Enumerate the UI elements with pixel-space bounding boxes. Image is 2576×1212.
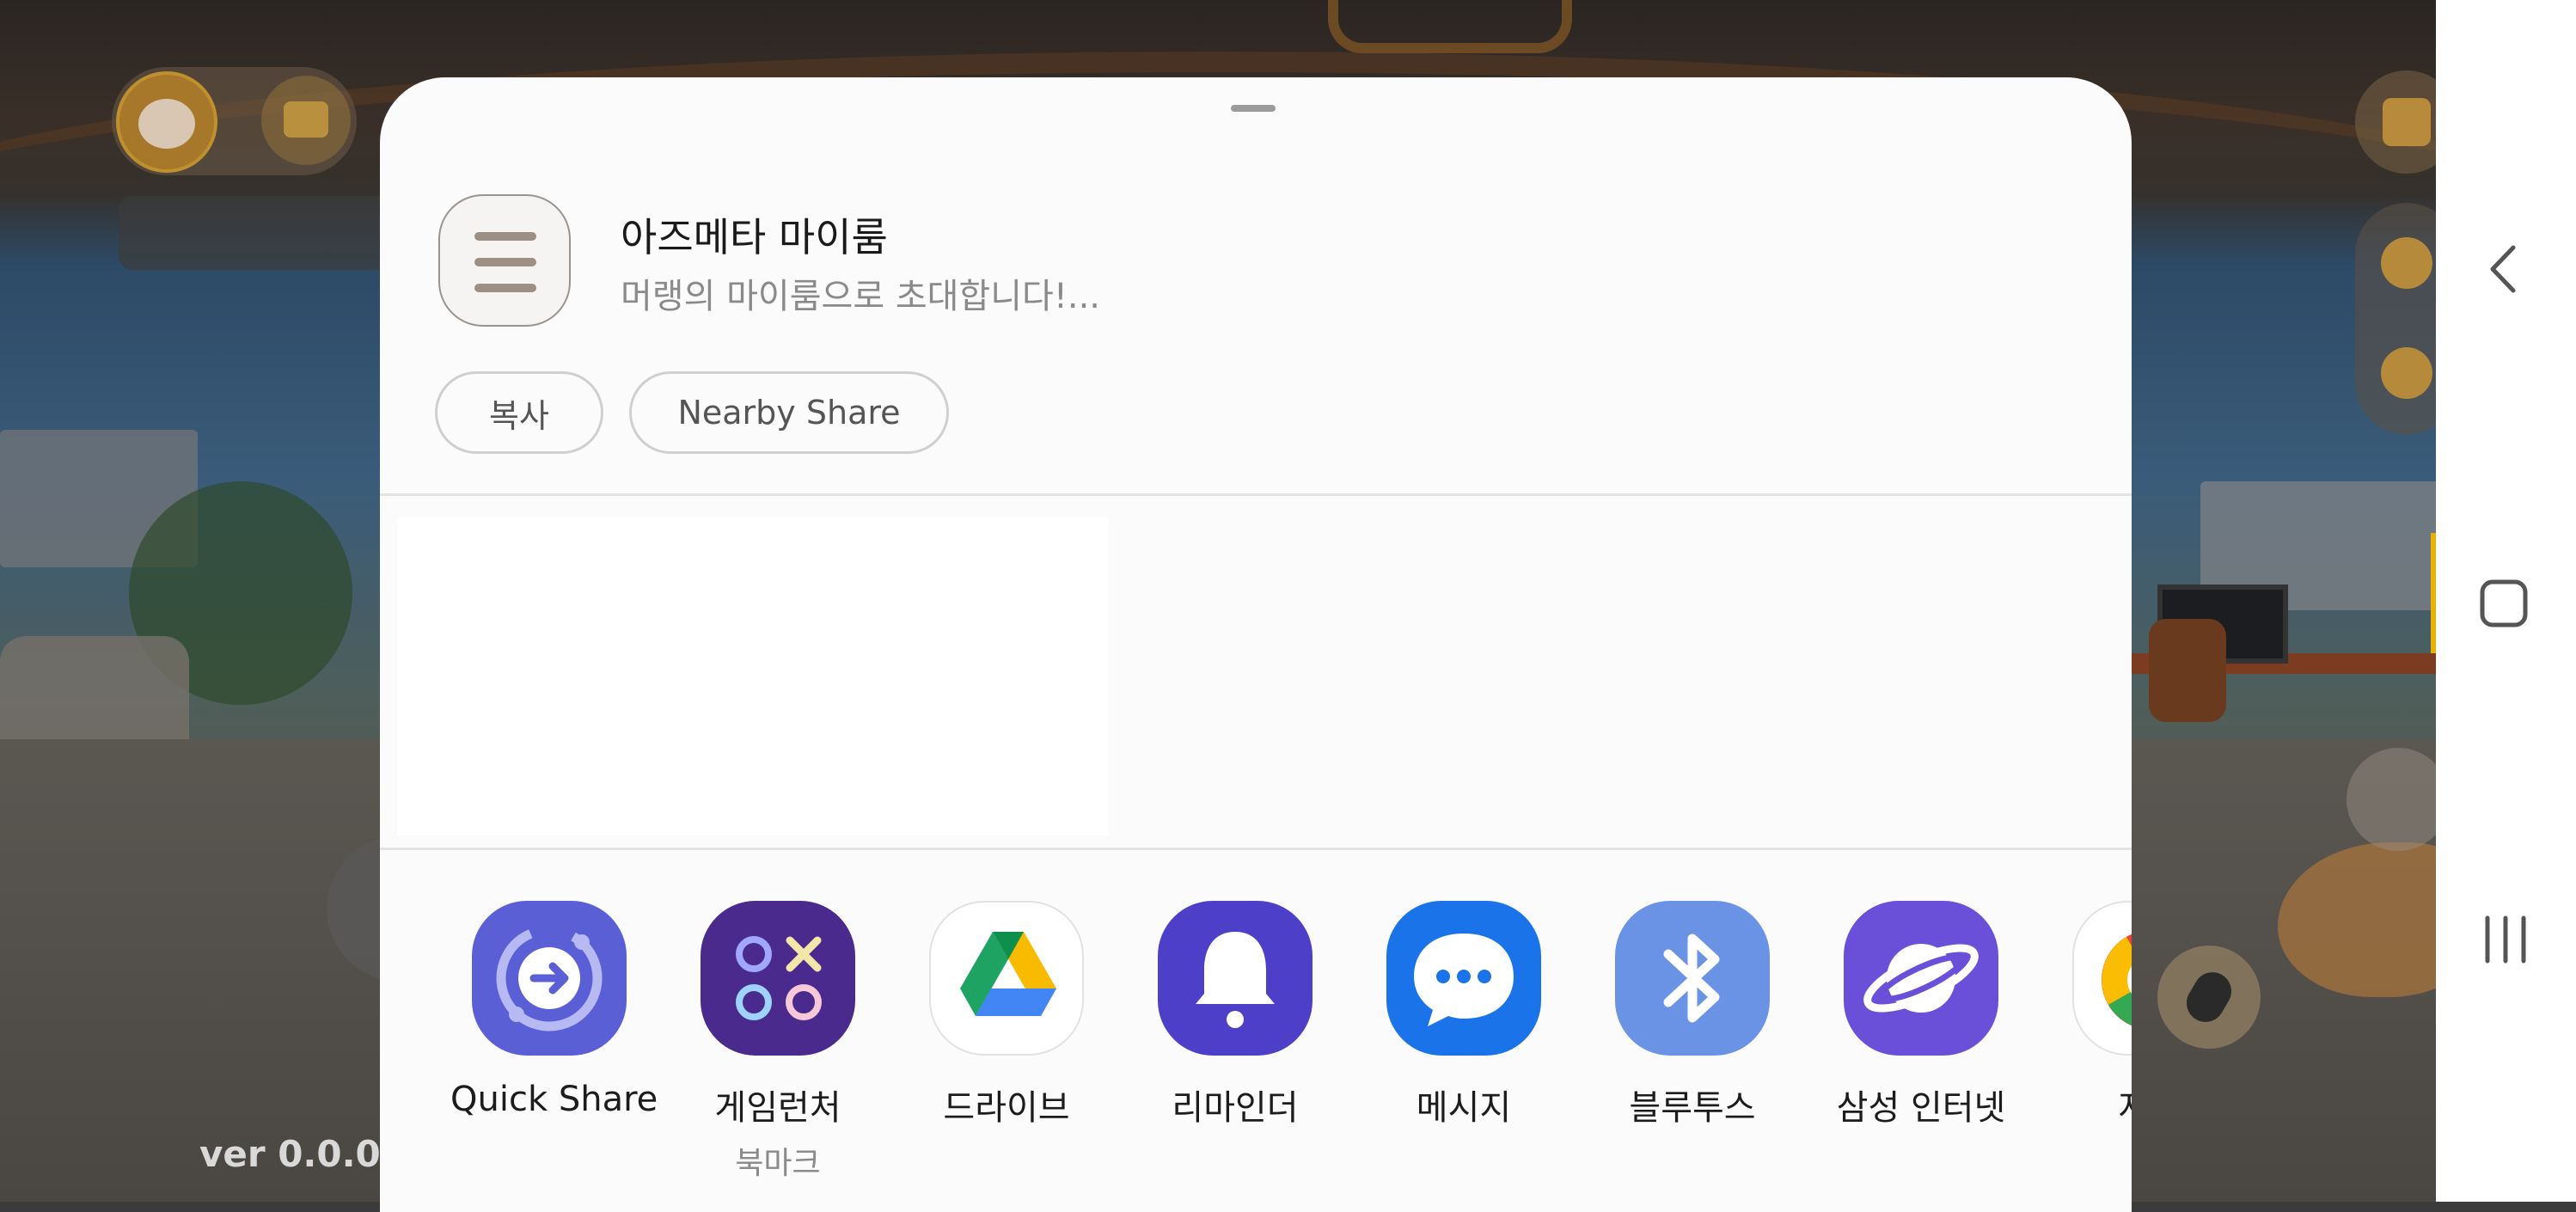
nearby-share-button[interactable]: Nearby Share	[629, 371, 949, 454]
quick-share-icon	[472, 901, 627, 1056]
bag-button[interactable]	[261, 76, 351, 165]
home-square-icon[interactable]	[2478, 578, 2530, 629]
samsung-internet-icon	[1844, 901, 1998, 1056]
copy-button[interactable]: 복사	[435, 371, 603, 454]
app-game-launcher[interactable]: 게임런처 북마크	[679, 901, 877, 1183]
app-label: 게임런처	[714, 1088, 841, 1128]
app-reminder[interactable]: 리마인더	[1136, 901, 1334, 1129]
app-label: 삼성 인터넷	[1836, 1088, 2006, 1128]
app-label: 저장	[2051, 1080, 2132, 1129]
app-quick-share[interactable]: Quick Share	[450, 901, 658, 1119]
card-icon[interactable]	[2381, 237, 2432, 289]
version-text: ver 0.0.0.	[199, 1133, 395, 1175]
direct-share-area	[397, 517, 1109, 836]
bluetooth-icon	[1615, 901, 1770, 1056]
name-bar	[119, 196, 394, 270]
chrome-icon	[2072, 901, 2132, 1056]
app-label: 메시지	[1416, 1088, 1512, 1128]
app-label: Quick Share	[450, 1080, 658, 1119]
ceiling-hexagon	[1328, 0, 1572, 53]
drag-handle[interactable]	[1231, 105, 1276, 112]
app-bluetooth[interactable]: 블루투스	[1594, 901, 1791, 1129]
messages-icon	[1386, 901, 1541, 1056]
app-save[interactable]: 저장	[2051, 901, 2132, 1129]
divider	[380, 493, 2132, 496]
back-chevron-icon[interactable]	[2477, 241, 2534, 297]
app-drive[interactable]: 드라이브	[908, 901, 1105, 1129]
menu-lines-icon	[438, 194, 571, 327]
reminder-bell-icon	[1158, 901, 1312, 1056]
recents-lines-icon[interactable]	[2477, 911, 2534, 968]
emoji-icon[interactable]	[2381, 347, 2432, 399]
app-label: 리마인더	[1172, 1088, 1299, 1128]
app-label: 드라이브	[943, 1088, 1070, 1128]
share-sheet: 아즈메타 마이룸 머랭의 마이룸으로 초대합니다!... 복사 Nearby S…	[380, 77, 2132, 1212]
right-menu-pill	[2355, 203, 2436, 435]
app-label: 블루투스	[1629, 1088, 1756, 1128]
preview-title: 아즈메타 마이룸	[621, 214, 888, 260]
app-messages[interactable]: 메시지	[1365, 901, 1563, 1129]
run-icon	[2179, 965, 2239, 1029]
home-icon	[2383, 98, 2431, 146]
system-navigation-bar	[2436, 0, 2576, 1202]
google-drive-icon	[929, 901, 1084, 1056]
preview-subtitle: 머랭의 마이룸으로 초대합니다!...	[621, 277, 1101, 316]
app-sublabel: 북마크	[735, 1146, 821, 1181]
run-button[interactable]	[2157, 946, 2261, 1049]
game-launcher-icon	[701, 901, 855, 1056]
avatar[interactable]	[116, 71, 217, 173]
office-chair	[2149, 619, 2226, 722]
app-samsung-internet[interactable]: 삼성 인터넷	[1822, 901, 2020, 1129]
divider	[380, 848, 2132, 850]
